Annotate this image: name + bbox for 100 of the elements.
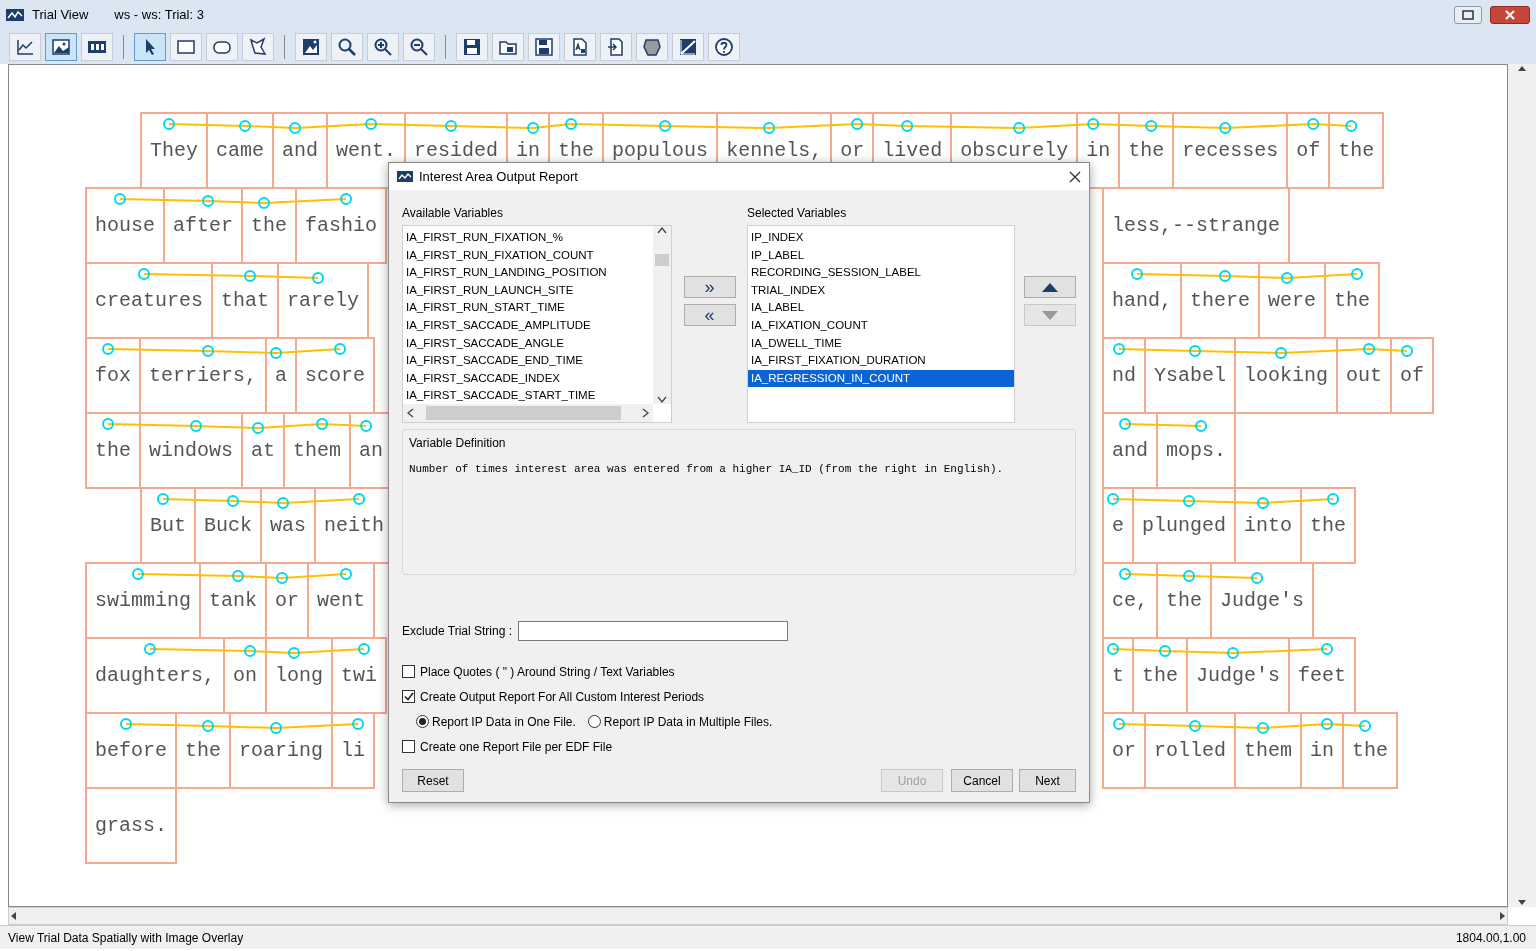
checkbox-label: Create Output Report For All Custom Interest Periods — [420, 688, 705, 706]
left-arrow-icon — [9, 911, 17, 921]
panel-label: Variable Definition — [409, 435, 507, 452]
scroll-thumb[interactable] — [655, 254, 669, 266]
list-item[interactable]: IA_FIRST_RUN_FIXATION_% — [403, 229, 653, 247]
toolbar-button[interactable] — [636, 33, 668, 61]
list-label: Selected Variables — [747, 205, 848, 222]
toolbar-button[interactable] — [295, 33, 327, 61]
checkbox-label: Place Quotes ( " ) Around String / Text Variables — [420, 663, 675, 681]
image-icon — [301, 37, 321, 57]
interest-area-word: They — [140, 112, 208, 189]
move-button[interactable]: « — [683, 304, 736, 326]
app-icon — [397, 171, 413, 182]
close-button[interactable] — [1490, 6, 1530, 24]
radio-label: Report IP Data in Multiple Files. — [603, 713, 773, 731]
interest-area-word: the — [1300, 487, 1357, 564]
toolbar-button[interactable] — [367, 33, 399, 61]
rectangle-icon — [176, 37, 196, 57]
toolbar-button[interactable] — [9, 33, 41, 61]
scrollbar[interactable] — [403, 404, 653, 422]
dialog-button[interactable]: Reset — [402, 769, 464, 792]
line-chart-icon — [15, 37, 35, 57]
list-item[interactable]: IA_FIRST_RUN_START_TIME — [403, 299, 653, 317]
window-subtitle: ws - ws: Trial: 3 — [114, 6, 204, 25]
list-item[interactable]: RECORDING_SESSION_LABEL — [748, 264, 1014, 282]
interest-area-word: li — [331, 712, 376, 789]
toolbar-button[interactable] — [528, 33, 560, 61]
list-item[interactable]: IA_FIRST_RUN_LAUNCH_SITE — [403, 281, 653, 300]
move-button[interactable]: » — [683, 276, 736, 298]
checkbox[interactable] — [402, 740, 415, 753]
toolbar-button[interactable] — [564, 33, 596, 61]
interest-area-word: of — [1286, 112, 1331, 189]
zoom-in-icon — [373, 37, 393, 57]
toolbar-button[interactable] — [170, 33, 202, 61]
toolbar-button[interactable] — [492, 33, 524, 61]
input-field[interactable] — [518, 621, 789, 641]
toolbar-button[interactable] — [81, 33, 113, 61]
list-item[interactable]: IA_FIRST_SACCADE_END_TIME — [403, 352, 653, 370]
toolbar-button[interactable] — [403, 33, 435, 61]
chart-icon — [678, 37, 698, 57]
scroll-thumb[interactable] — [425, 406, 621, 420]
move-up-button[interactable] — [1024, 276, 1076, 298]
field-label: Exclude Trial String : — [402, 623, 513, 640]
status-message: View Trial Data Spatially with Image Overlay — [8, 929, 244, 947]
down-arrow-icon — [1517, 899, 1527, 907]
close-button[interactable] — [1069, 170, 1081, 183]
status-coordinates: 1804.00,1.00 — [1455, 929, 1526, 947]
list-item[interactable]: IA_LABEL — [748, 299, 1014, 317]
toolbar-button[interactable] — [600, 33, 632, 61]
restore-icon — [1462, 10, 1474, 20]
list-label: Available Variables — [402, 205, 504, 222]
toolbar-button[interactable] — [672, 33, 704, 61]
interest-area-word: the — [1342, 712, 1399, 789]
dialog-button[interactable]: Cancel — [951, 769, 1013, 792]
window-title: Trial View — [32, 6, 89, 25]
list-item[interactable]: IP_INDEX — [748, 229, 1014, 247]
checkbox[interactable] — [402, 690, 415, 703]
interest-area-word: or — [1102, 712, 1146, 789]
list-item[interactable]: IA_REGRESSION_IN_COUNT — [748, 369, 1014, 388]
dialog-button[interactable]: Next — [1019, 769, 1076, 792]
list-item[interactable]: TRIAL_INDEX — [748, 281, 1014, 300]
scrollbar[interactable] — [653, 226, 671, 404]
toolbar-button[interactable] — [331, 33, 363, 61]
list-item[interactable]: IA_FIRST_RUN_LANDING_POSITION — [403, 264, 653, 282]
document-icon — [606, 37, 626, 57]
checkbox[interactable] — [402, 665, 415, 678]
down-arrow-icon — [1042, 310, 1058, 320]
radio-button[interactable] — [416, 715, 429, 728]
toolbar-button[interactable] — [134, 33, 166, 61]
interest-area-word: the — [1324, 262, 1381, 339]
help-icon — [714, 37, 734, 57]
scrollbar[interactable] — [8, 907, 1508, 925]
list-item[interactable]: IA_FIRST_SACCADE_AMPLITUDE — [403, 316, 653, 335]
toolbar-button[interactable] — [456, 33, 488, 61]
toolbar-button[interactable] — [206, 33, 238, 61]
list-item[interactable]: IA_FIRST_SACCADE_ANGLE — [403, 334, 653, 353]
document-icon — [570, 37, 590, 57]
polygon-icon — [248, 37, 268, 57]
toolbar-button[interactable] — [242, 33, 274, 61]
close-icon — [1505, 10, 1515, 20]
radio-label: Report IP Data in One File. — [432, 713, 576, 731]
list-item[interactable]: IP_LABEL — [748, 246, 1014, 265]
scrollbar[interactable] — [1508, 64, 1536, 907]
interest-area-word: grass. — [85, 787, 177, 864]
list-item[interactable]: IA_FIRST_SACCADE_START_TIME — [403, 387, 653, 405]
checkbox-label: Create one Report File per EDF File — [420, 738, 613, 756]
toolbar-button[interactable] — [708, 33, 740, 61]
radio-button[interactable] — [587, 715, 601, 728]
interest-area-word: the — [1328, 112, 1385, 189]
list-item[interactable]: IA_FIRST_FIXATION_DURATION — [748, 352, 1014, 370]
list-item[interactable]: IA_DWELL_TIME — [748, 334, 1014, 353]
zoom-out-icon — [409, 37, 429, 57]
restore-button[interactable] — [1454, 6, 1482, 24]
list-item[interactable]: IA_FIXATION_COUNT — [748, 316, 1014, 335]
search-icon — [337, 37, 357, 57]
right-arrow-icon — [1499, 911, 1507, 921]
toolbar-button[interactable] — [45, 33, 77, 61]
list-item[interactable]: IA_FIRST_RUN_FIXATION_COUNT — [403, 246, 653, 265]
list-item[interactable]: IA_FIRST_SACCADE_INDEX — [403, 369, 653, 388]
interest-area-word: out — [1336, 337, 1393, 414]
